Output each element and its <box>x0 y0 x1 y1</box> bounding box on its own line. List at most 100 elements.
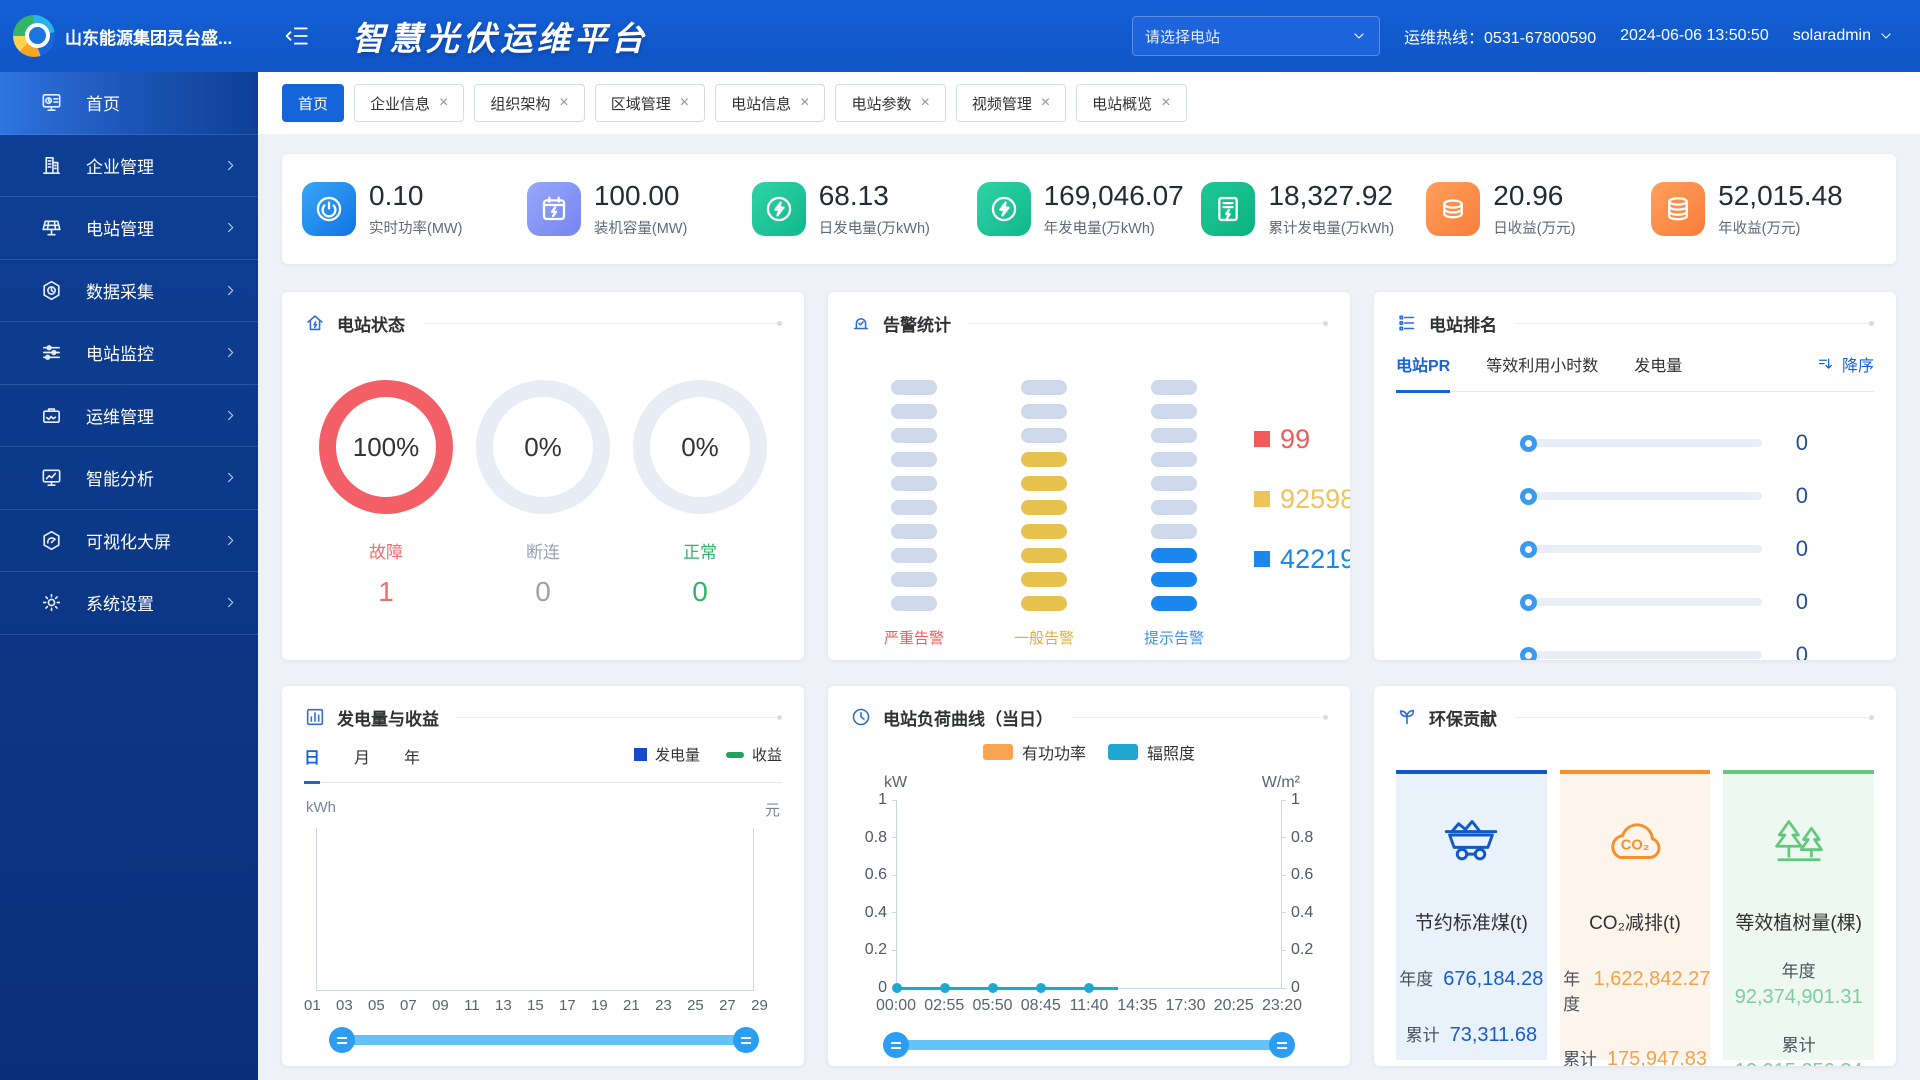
y-axis-tick-label: 1 <box>878 791 887 808</box>
alarm-segment <box>891 452 937 467</box>
alarm-segment <box>891 404 937 419</box>
load-curve-range-slider[interactable] <box>883 1031 1295 1059</box>
load-curve-card: 电站负荷曲线（当日） 有功功率 辐照度 kW W/m² 1 1 0.8 0.8 0.6 0.… <box>828 686 1350 1066</box>
tab-电站信息[interactable]: 电站信息 × <box>715 84 826 122</box>
period-tab-月[interactable]: 月 <box>354 744 370 781</box>
tab-close-icon[interactable]: × <box>1041 95 1050 111</box>
slider-handle-right[interactable] <box>733 1027 759 1053</box>
tab-label: 区域管理 <box>610 95 671 113</box>
donut-percent: 100% <box>352 431 420 462</box>
slider-track[interactable] <box>896 1040 1282 1050</box>
sidebar-item-首页[interactable]: 首页 <box>0 72 258 135</box>
stat-item: 0.10 实时功率(MW) <box>302 180 527 238</box>
slider-handle-left[interactable] <box>329 1027 355 1053</box>
x-axis-label: 01 <box>304 997 321 1014</box>
settings-gear-icon <box>40 591 63 614</box>
tab-close-icon[interactable]: × <box>1161 95 1170 111</box>
y-axis-tick-label: 0 <box>1291 979 1300 996</box>
tab-close-icon[interactable]: × <box>920 95 929 111</box>
sidebar-item-电站监控[interactable]: 电站监控 <box>0 322 258 385</box>
card-title: 环保贡献 <box>1429 709 1497 729</box>
x-axis-label: 17 <box>559 997 576 1014</box>
ops-manage-icon <box>40 404 63 427</box>
ranking-bar <box>1534 492 1762 500</box>
chevron-down-icon <box>1878 28 1894 44</box>
tab-close-icon[interactable]: × <box>439 95 448 111</box>
tab-视频管理[interactable]: 视频管理 × <box>955 84 1067 122</box>
datetime-text: 2024-06-06 13:50:50 <box>1620 27 1769 44</box>
period-tab-日[interactable]: 日 <box>304 744 321 784</box>
stat-label: 年收益(万元) <box>1718 221 1801 237</box>
x-axis-label: 14:35 <box>1117 997 1158 1014</box>
sidebar-item-电站管理[interactable]: 电站管理 <box>0 197 258 260</box>
slider-handle-left[interactable] <box>883 1032 909 1058</box>
ranking-tab-等效利用小时数[interactable]: 等效利用小时数 <box>1486 352 1598 390</box>
alarm-segment <box>1021 524 1068 539</box>
tab-close-icon[interactable]: × <box>559 95 568 111</box>
alarm-legend-item: 42219 <box>1254 544 1350 574</box>
header-right: 请选择电站 运维热线：0531-67800590 2024-06-06 13:5… <box>1132 16 1920 56</box>
stat-label: 日收益(万元) <box>1493 221 1576 237</box>
alarm-segment <box>891 428 937 443</box>
x-axis-label: 27 <box>719 997 736 1014</box>
tab-电站概览[interactable]: 电站概览 × <box>1076 84 1187 122</box>
bolt-circle-icon <box>751 182 806 236</box>
tab-close-icon[interactable]: × <box>800 95 809 111</box>
stat-label: 累计发电量(万kWh) <box>1268 221 1395 237</box>
tab-close-icon[interactable]: × <box>680 95 689 111</box>
sidebar-item-企业管理[interactable]: 企业管理 <box>0 135 258 197</box>
legend-item-有功功率[interactable]: 有功功率 <box>982 740 1086 764</box>
alarm-segment <box>891 500 937 515</box>
user-menu[interactable]: solaradmin <box>1793 27 1894 45</box>
sort-label: 降序 <box>1841 358 1874 375</box>
tab-首页[interactable]: 首页 <box>282 84 345 122</box>
energy-plot-area <box>316 828 754 991</box>
stat-text: 169,046.07 年发电量(万kWh) <box>1044 180 1184 238</box>
legend-item-辐照度[interactable]: 辐照度 <box>1108 740 1195 764</box>
ranking-tab-发电量[interactable]: 发电量 <box>1634 352 1682 390</box>
ranking-tab-电站PR[interactable]: 电站PR <box>1396 352 1451 393</box>
status-count: 1 <box>378 576 394 607</box>
divider <box>1071 714 1328 720</box>
ranking-value: 0 <box>1795 536 1808 561</box>
station-select[interactable]: 请选择电站 <box>1132 16 1381 56</box>
status-donut: 100% 故障 1 <box>318 380 454 608</box>
legend-item-收益[interactable]: 收益 <box>725 744 782 765</box>
sidebar-item-数据采集[interactable]: 数据采集 <box>0 260 258 322</box>
ranking-row: 0 <box>1520 536 1808 562</box>
sidebar-item-系统设置[interactable]: 系统设置 <box>0 572 258 635</box>
tab-电站参数[interactable]: 电站参数 × <box>835 84 946 122</box>
status-count: 0 <box>535 576 551 607</box>
stat-item: 68.13 日发电量(万kWh) <box>751 180 977 238</box>
slider-handle-right[interactable] <box>1269 1032 1295 1058</box>
environment-panel: 节约标准煤(t) 年度 676,184.28 累计 73,311.68 <box>1396 770 1547 1060</box>
alarm-segment <box>891 572 937 587</box>
sidebar-item-可视化大屏[interactable]: 可视化大屏 <box>0 510 258 572</box>
status-count: 0 <box>692 576 708 607</box>
bolt-circle-icon <box>976 182 1031 236</box>
sidebar-collapse-icon[interactable] <box>284 23 310 49</box>
data-collect-icon <box>40 279 63 302</box>
alarm-segment <box>1151 596 1198 611</box>
tab-区域管理[interactable]: 区域管理 × <box>594 84 706 122</box>
house-icon <box>304 312 326 334</box>
irradiance-point <box>892 983 902 993</box>
stat-value: 68.13 <box>818 180 889 211</box>
energy-range-slider[interactable] <box>329 1026 759 1054</box>
ranking-row: 0 <box>1520 642 1808 660</box>
ranking-value: 0 <box>1795 589 1808 614</box>
slider-track[interactable] <box>342 1035 746 1045</box>
environment-value-row: 年度 676,184.28 <box>1396 965 1547 991</box>
sort-order-button[interactable]: 降序 <box>1817 352 1874 390</box>
tab-企业信息[interactable]: 企业信息 × <box>354 84 465 122</box>
tab-组织架构[interactable]: 组织架构 × <box>474 84 585 122</box>
leaf-icon <box>1396 706 1418 728</box>
alarm-count: 99 <box>1280 423 1311 454</box>
sidebar-item-运维管理[interactable]: 运维管理 <box>0 385 258 447</box>
sidebar-item-智能分析[interactable]: 智能分析 <box>0 447 258 510</box>
stats-summary-card: 0.10 实时功率(MW) 100.00 装机容量(MW) 68.13 日发电量(万kWh… <box>282 154 1896 264</box>
legend-item-发电量[interactable]: 发电量 <box>633 744 700 765</box>
ranking-bar <box>1534 439 1762 447</box>
load-curve-x-axis-labels: 00:00 02:55 05:50 08:45 11:40 14:35 17:30 20:25… <box>876 997 1302 1019</box>
period-tab-年[interactable]: 年 <box>404 744 420 781</box>
